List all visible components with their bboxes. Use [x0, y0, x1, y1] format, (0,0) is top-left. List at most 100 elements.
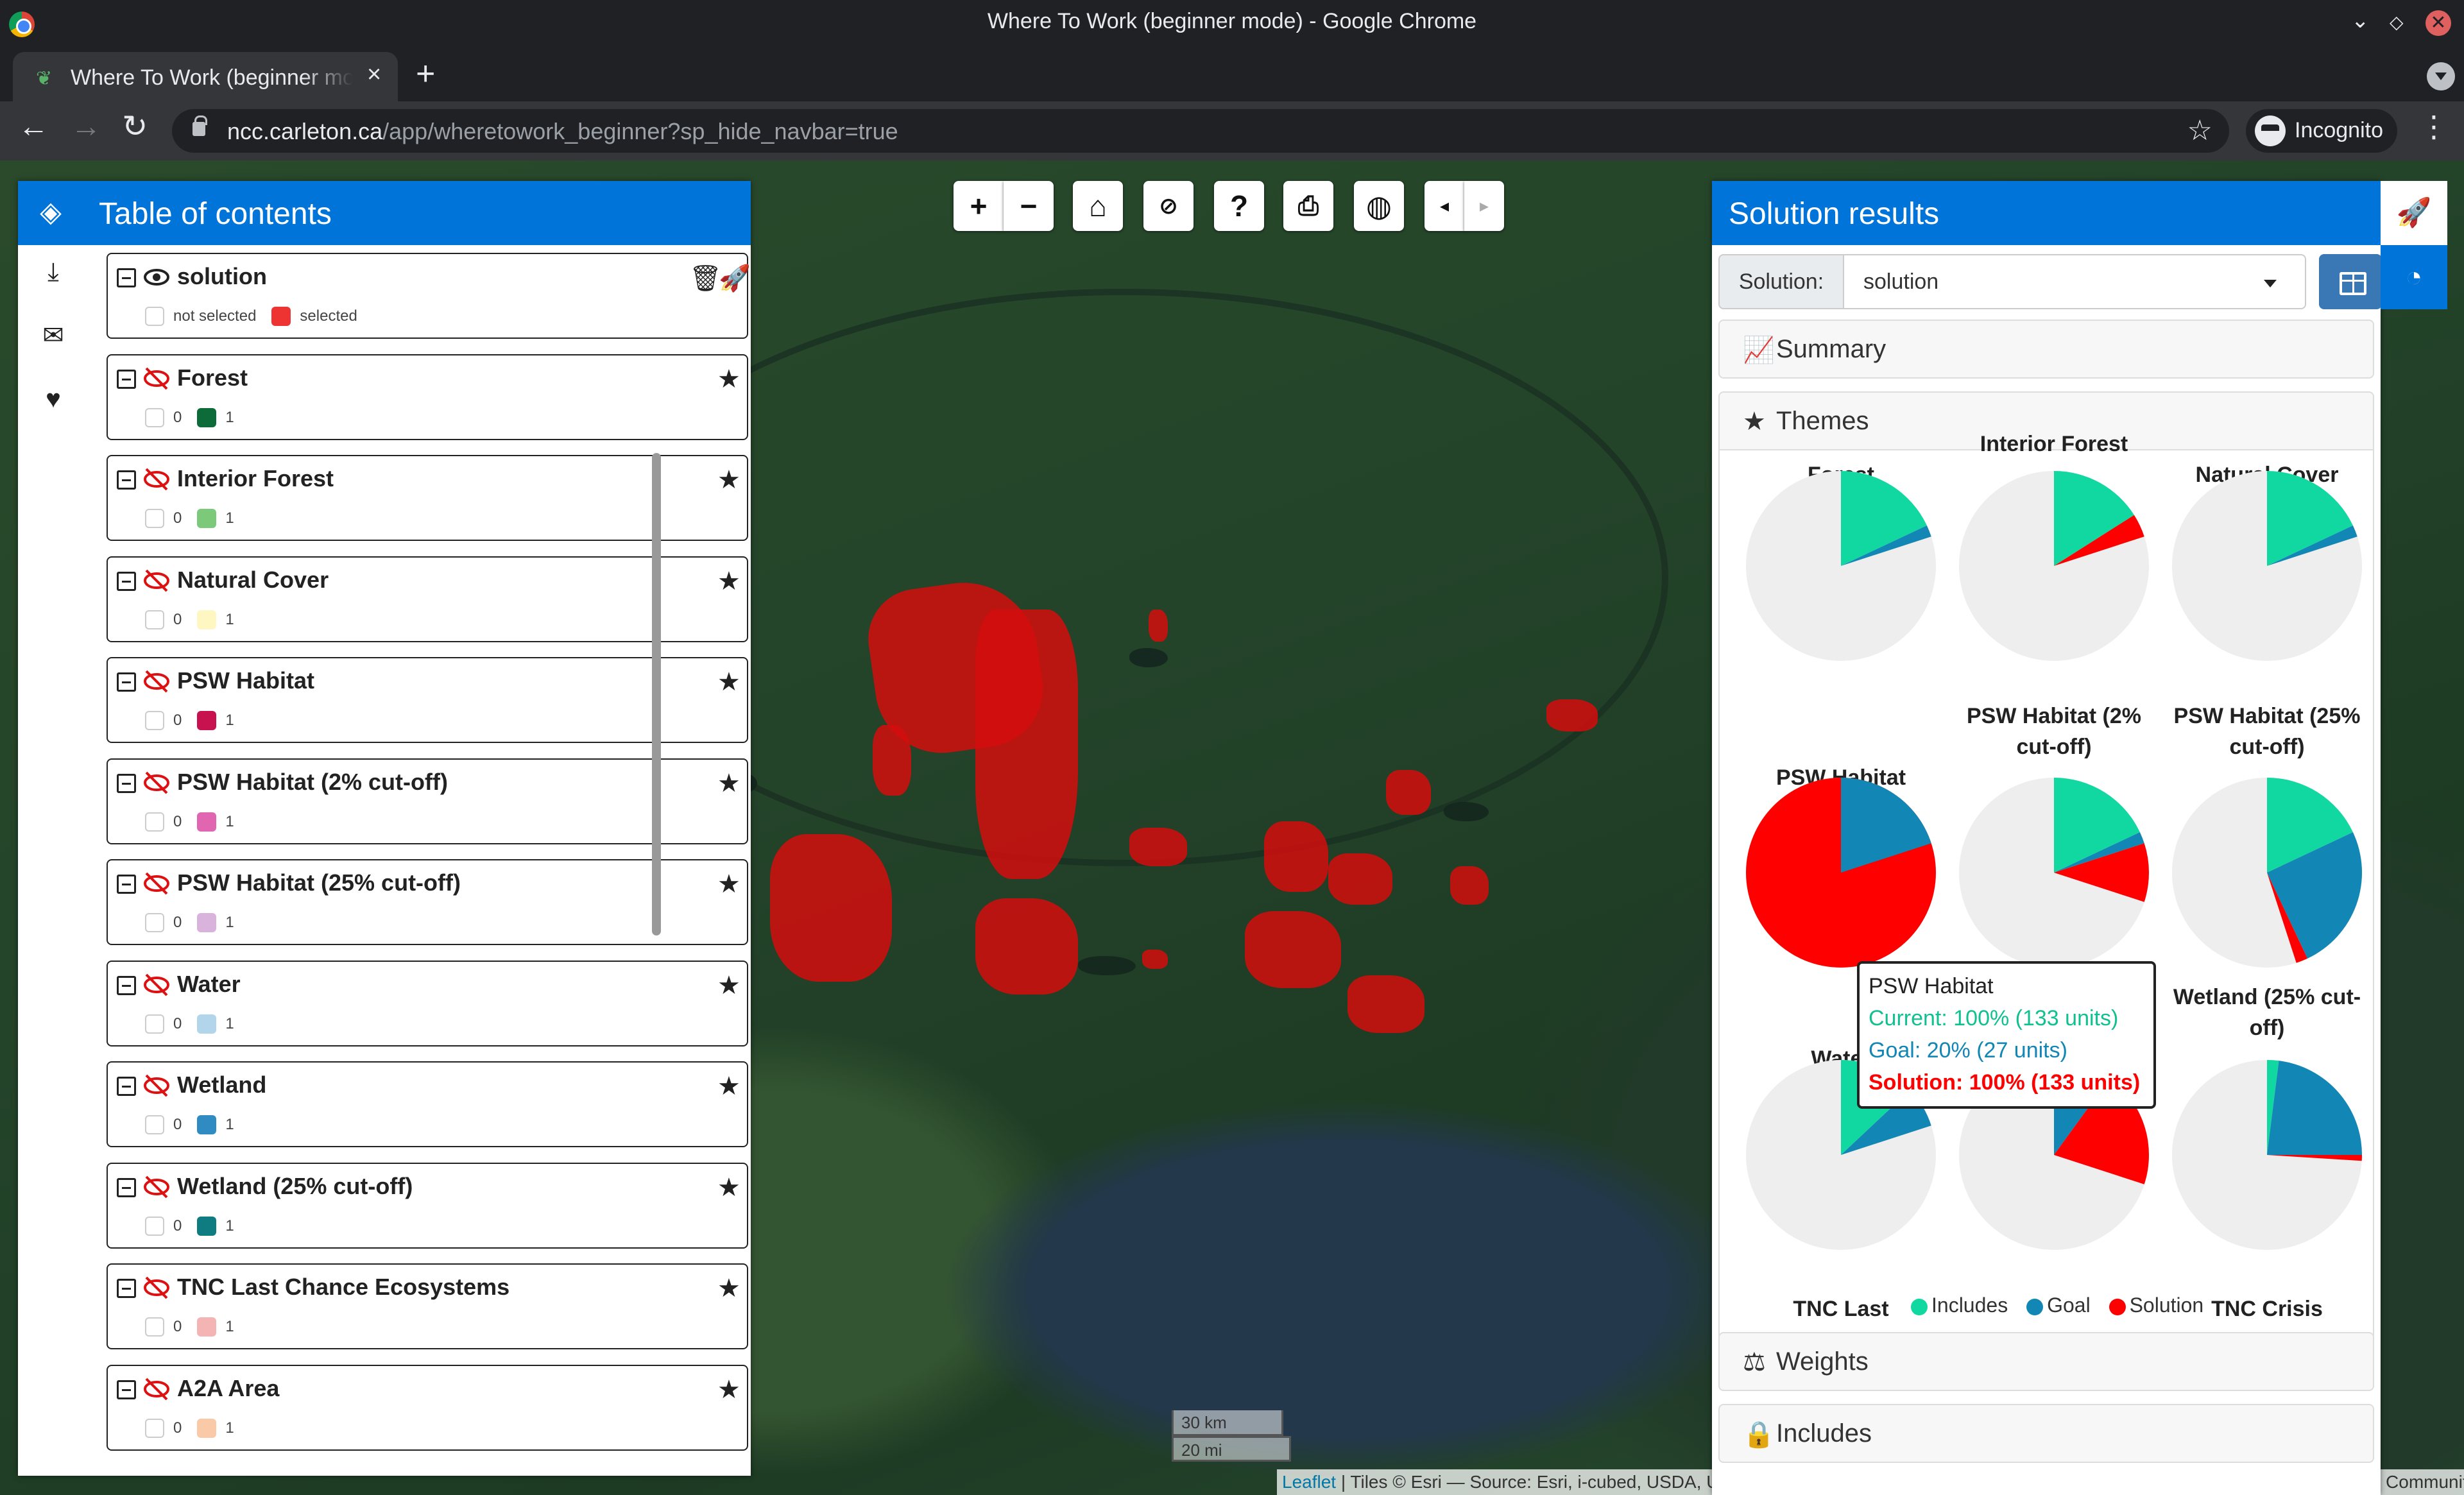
close-window-icon[interactable]: ✕	[2426, 10, 2451, 36]
forward-extent-icon[interactable]: ▸	[1464, 181, 1504, 231]
toc-sidebar: ⤓ ✉ ♥	[18, 245, 89, 1476]
hide-layers-icon[interactable]: ⊘	[1143, 181, 1194, 231]
star-icon[interactable]: ★	[717, 769, 740, 798]
download-icon[interactable]: ⤓	[37, 258, 69, 290]
layer-item[interactable]: Water ★ 0 1	[107, 960, 748, 1046]
pie-chart[interactable]	[1955, 466, 2153, 665]
home-icon[interactable]: ⌂	[1073, 181, 1123, 231]
pie-chart[interactable]	[1955, 773, 2153, 972]
address-bar[interactable]: ncc.carleton.ca/app/wheretowork_beginner…	[172, 109, 2229, 153]
reload-icon[interactable]: ↻	[122, 109, 148, 145]
minimize-icon[interactable]: ⌄	[2351, 8, 2370, 33]
selected-area	[1348, 975, 1425, 1033]
layer-item[interactable]: Wetland ★ 0 1	[107, 1061, 748, 1147]
forward-icon[interactable]: →	[71, 109, 101, 145]
chart-legend: Includes Goal Solution	[1898, 1294, 2203, 1317]
eye-slash-icon[interactable]	[142, 466, 171, 492]
collapse-icon[interactable]	[117, 1077, 136, 1096]
table-view-button[interactable]	[2319, 254, 2381, 309]
zoom-out-button[interactable]: −	[1004, 181, 1054, 231]
summary-accordion[interactable]: 📈 Summary	[1718, 320, 2374, 379]
toc-header: ◈ Table of contents	[18, 181, 751, 245]
solution-select[interactable]: solution	[1843, 254, 2306, 309]
envelope-icon[interactable]: ✉	[37, 321, 69, 353]
chrome-menu-icon[interactable]: ⋮	[2419, 109, 2449, 144]
eye-slash-icon[interactable]	[142, 972, 171, 998]
pie-chart[interactable]	[2168, 466, 2366, 665]
layer-item[interactable]: solution 🗑 🚀 not selected selected	[107, 253, 751, 339]
incognito-badge[interactable]: Incognito	[2246, 109, 2397, 153]
collapse-icon[interactable]	[117, 773, 136, 793]
eye-slash-icon[interactable]	[142, 770, 171, 796]
star-icon[interactable]: ★	[717, 1173, 740, 1202]
layer-name: Interior Forest	[177, 465, 334, 491]
url-text[interactable]: ncc.carleton.ca/app/wheretowork_beginner…	[227, 118, 898, 145]
collapse-icon[interactable]	[117, 369, 136, 389]
collapse-icon[interactable]	[117, 470, 136, 490]
weights-accordion[interactable]: ⚖ Weights	[1718, 1332, 2374, 1391]
star-icon[interactable]: ★	[717, 869, 740, 899]
pie-tooltip: PSW Habitat Current: 100% (133 units) Go…	[1857, 961, 2156, 1109]
layer-legend: 01	[145, 913, 250, 932]
lock-icon: 🔒	[1743, 1421, 1775, 1449]
layer-item[interactable]: TNC Last Chance Ecosystems ★ 0 1	[107, 1263, 748, 1349]
browser-tab[interactable]: ❦ Where To Work (beginner mode) ×	[13, 52, 398, 101]
eye-slash-icon[interactable]	[142, 1174, 171, 1200]
zoom-in-button[interactable]: +	[954, 181, 1004, 231]
maximize-icon[interactable]: ◇	[2390, 12, 2404, 33]
pie-chart[interactable]	[1741, 773, 1940, 972]
collapse-icon[interactable]	[117, 875, 136, 894]
pie-slice-goal	[2267, 1061, 2362, 1155]
heart-icon[interactable]: ♥	[37, 385, 69, 417]
star-icon[interactable]: ★	[717, 971, 740, 1000]
collapse-icon[interactable]	[117, 571, 136, 591]
pie-chart[interactable]	[2168, 1055, 2366, 1254]
eye-icon[interactable]	[142, 264, 171, 290]
eye-slash-icon[interactable]	[142, 871, 171, 896]
globe-icon[interactable]: ◍	[1354, 181, 1404, 231]
dashboard-icon[interactable]: ◔	[2381, 245, 2447, 309]
incognito-label: Incognito	[2295, 118, 2383, 142]
collapse-icon[interactable]	[117, 672, 136, 692]
rocket-icon[interactable]: 🚀	[719, 263, 751, 293]
eye-slash-icon[interactable]	[142, 669, 171, 694]
bookmark-star-icon[interactable]: ☆	[2187, 114, 2212, 147]
pie-chart[interactable]	[2168, 773, 2366, 972]
layer-item[interactable]: Wetland (25% cut-off) ★ 0 1	[107, 1162, 748, 1249]
includes-accordion[interactable]: 🔒 Includes	[1718, 1404, 2374, 1463]
star-icon[interactable]: ★	[717, 465, 740, 495]
layer-item[interactable]: Forest ★ 0 1	[107, 354, 748, 440]
pie-chart[interactable]	[1741, 466, 1940, 665]
includes-label: Includes	[1776, 1419, 1872, 1448]
star-icon[interactable]: ★	[717, 1375, 740, 1405]
rocket-icon[interactable]: 🚀	[2381, 181, 2447, 245]
star-icon[interactable]: ★	[717, 1072, 740, 1101]
layers-icon[interactable]: ◈	[35, 196, 67, 228]
collapse-icon[interactable]	[117, 268, 136, 287]
back-icon[interactable]: ←	[18, 109, 49, 145]
themes-scrollbar[interactable]	[652, 453, 661, 935]
collapse-icon[interactable]	[117, 1380, 136, 1399]
collapse-icon[interactable]	[117, 1279, 136, 1298]
eye-slash-icon[interactable]	[142, 1376, 171, 1402]
star-icon[interactable]: ★	[717, 567, 740, 596]
collapse-icon[interactable]	[117, 1177, 136, 1197]
back-extent-icon[interactable]: ◂	[1425, 181, 1464, 231]
collapse-icon[interactable]	[117, 975, 136, 995]
help-icon[interactable]: ?	[1214, 181, 1264, 231]
print-icon[interactable]: ⎙	[1283, 181, 1333, 231]
close-tab-icon[interactable]: ×	[367, 61, 381, 89]
eye-slash-icon[interactable]	[142, 568, 171, 594]
star-icon[interactable]: ★	[717, 667, 740, 697]
new-tab-button[interactable]: +	[416, 55, 435, 93]
trash-icon[interactable]: 🗑	[689, 263, 722, 293]
layer-item[interactable]: A2A Area ★ 0 1	[107, 1364, 748, 1451]
star-icon[interactable]: ★	[717, 364, 740, 394]
eye-slash-icon[interactable]	[142, 1275, 171, 1301]
eye-slash-icon[interactable]	[142, 1073, 171, 1098]
tab-search-icon[interactable]	[2427, 62, 2455, 90]
eye-slash-icon[interactable]	[142, 366, 171, 391]
star-icon[interactable]: ★	[717, 1274, 740, 1303]
leaflet-link[interactable]: Leaflet	[1282, 1472, 1336, 1492]
layer-legend: 01	[145, 407, 250, 427]
